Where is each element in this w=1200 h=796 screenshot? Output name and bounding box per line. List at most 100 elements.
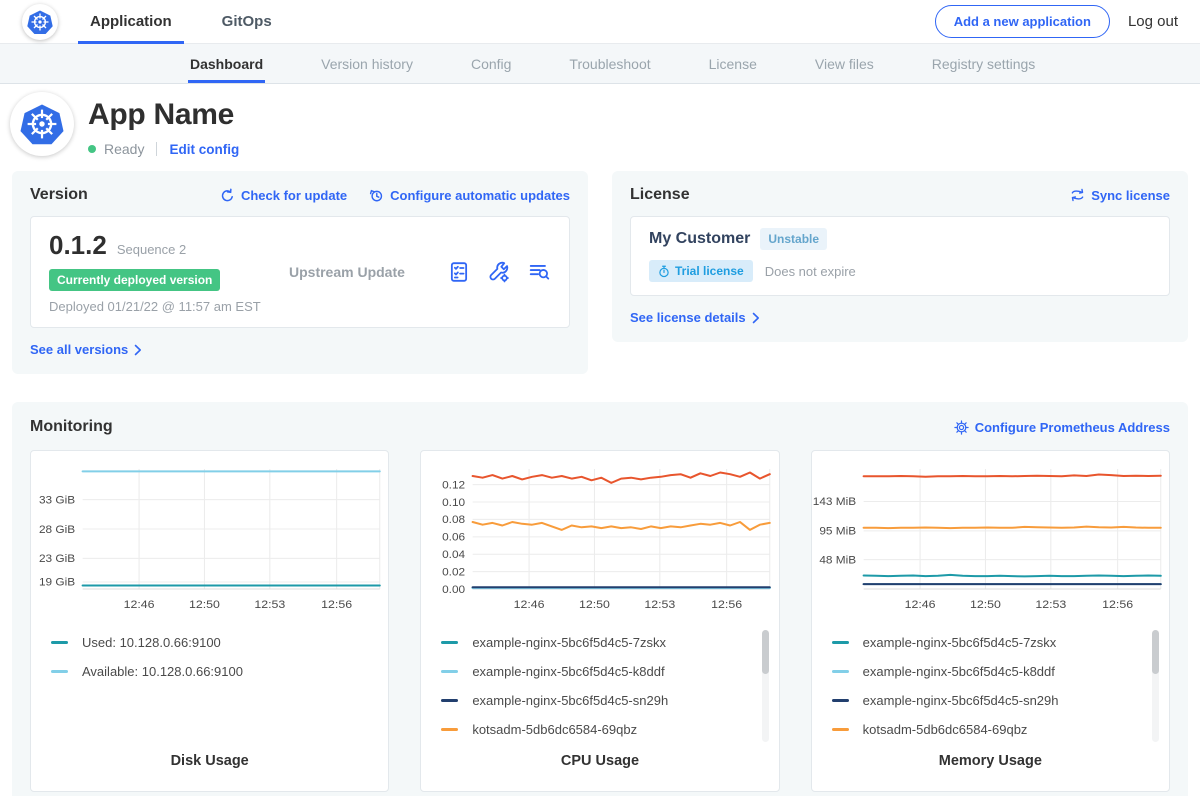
- legend-label: example-nginx-5bc6f5d4c5-k8ddf: [472, 664, 664, 679]
- legend-color-dash: [832, 699, 849, 702]
- nav-item-application[interactable]: Application: [86, 0, 176, 44]
- logout-button[interactable]: Log out: [1128, 13, 1178, 30]
- svg-text:12:53: 12:53: [254, 597, 285, 610]
- disk-usage-chart-card: 19 GiB23 GiB28 GiB33 GiB12:4612:5012:531…: [30, 450, 389, 792]
- svg-text:95 MiB: 95 MiB: [819, 526, 856, 538]
- cpu-usage-chart-card: 0.000.020.040.060.080.100.1212:4612:5012…: [420, 450, 779, 792]
- kubernetes-app-icon: [20, 102, 64, 146]
- legend-color-dash: [441, 728, 458, 731]
- svg-text:19 GiB: 19 GiB: [39, 577, 75, 589]
- svg-text:12:50: 12:50: [579, 597, 610, 610]
- legend-color-dash: [832, 670, 849, 673]
- tab-version-history[interactable]: Version history: [319, 44, 415, 83]
- refresh-icon: [220, 188, 235, 203]
- legend-item: kotsadm-5db6dc6584-69qbz: [832, 715, 1169, 744]
- version-card: Version Check for update: [12, 171, 588, 374]
- tab-config[interactable]: Config: [469, 44, 513, 83]
- legend-color-dash: [51, 670, 68, 673]
- deployed-timestamp: Deployed 01/21/22 @ 11:57 am EST: [49, 299, 289, 314]
- legend-color-dash: [832, 728, 849, 731]
- tab-license[interactable]: License: [707, 44, 759, 83]
- tab-dashboard[interactable]: Dashboard: [188, 44, 265, 83]
- svg-text:33 GiB: 33 GiB: [39, 495, 75, 507]
- status-dot: [88, 145, 96, 153]
- svg-text:12:50: 12:50: [189, 597, 220, 610]
- legend-color-dash: [832, 641, 849, 644]
- version-card-title: Version: [30, 186, 88, 204]
- memory-usage-legend: example-nginx-5bc6f5d4c5-7zskx example-ng…: [812, 628, 1169, 744]
- clock-refresh-icon: [369, 188, 384, 203]
- legend-scrollbar[interactable]: [1152, 630, 1159, 742]
- kubernetes-logo-icon: [27, 9, 53, 35]
- chart-title: Memory Usage: [812, 753, 1169, 791]
- see-license-details-link[interactable]: See license details: [630, 310, 760, 325]
- legend-label: kotsadm-5db6dc6584-69qbz: [472, 722, 637, 737]
- legend-label: example-nginx-5bc6f5d4c5-7zskx: [863, 635, 1057, 650]
- configure-prometheus-link[interactable]: Configure Prometheus Address: [954, 420, 1170, 435]
- legend-color-dash: [441, 699, 458, 702]
- check-for-update-link[interactable]: Check for update: [220, 188, 347, 203]
- preflight-checks-icon[interactable]: [448, 261, 470, 283]
- svg-text:0.02: 0.02: [442, 567, 465, 579]
- svg-text:48 MiB: 48 MiB: [819, 555, 856, 567]
- add-new-application-button[interactable]: Add a new application: [935, 5, 1110, 38]
- kubernetes-logo: [22, 4, 58, 40]
- legend-scrollbar[interactable]: [762, 630, 769, 742]
- svg-text:12:56: 12:56: [1102, 597, 1133, 610]
- license-card: License Sync license My Customer Unstabl…: [612, 171, 1188, 342]
- monitoring-panel: Monitoring Configure Prometheus Address: [12, 402, 1188, 796]
- legend-item: Available: 10.128.0.66:9100: [51, 657, 388, 686]
- tab-registry-settings[interactable]: Registry settings: [930, 44, 1037, 83]
- tab-troubleshoot[interactable]: Troubleshoot: [567, 44, 652, 83]
- sync-arrows-icon: [1070, 188, 1085, 202]
- chart-title: CPU Usage: [421, 753, 778, 791]
- legend-scrollbar-thumb[interactable]: [762, 630, 769, 674]
- legend-item: example-nginx-5bc6f5d4c5-7zskx: [832, 628, 1169, 657]
- gear-icon: [954, 420, 969, 435]
- legend-label: example-nginx-5bc6f5d4c5-sn29h: [863, 693, 1059, 708]
- svg-text:143 MiB: 143 MiB: [812, 497, 855, 509]
- legend-item: example-nginx-5bc6f5d4c5-7zskx: [441, 628, 778, 657]
- legend-item: kotsadm-5db6dc6584-69qbz: [441, 715, 778, 744]
- chevron-right-icon: [134, 344, 142, 356]
- legend-label: example-nginx-5bc6f5d4c5-k8ddf: [863, 664, 1055, 679]
- deployed-badge: Currently deployed version: [49, 269, 220, 291]
- disk-usage-chart: 19 GiB23 GiB28 GiB33 GiB12:4612:5012:531…: [31, 463, 388, 615]
- legend-item: example-nginx-5bc6f5d4c5-sn29h: [832, 686, 1169, 715]
- see-all-versions-link[interactable]: See all versions: [30, 342, 142, 357]
- svg-text:12:46: 12:46: [124, 597, 155, 610]
- nav-item-gitops[interactable]: GitOps: [218, 0, 276, 44]
- tab-view-files[interactable]: View files: [813, 44, 876, 83]
- svg-text:12:50: 12:50: [970, 597, 1001, 610]
- cpu-usage-chart: 0.000.020.040.060.080.100.1212:4612:5012…: [421, 463, 778, 615]
- version-source: Upstream Update: [289, 264, 448, 280]
- svg-text:12:56: 12:56: [321, 597, 352, 610]
- cpu-usage-legend: example-nginx-5bc6f5d4c5-7zskx example-ng…: [421, 628, 778, 744]
- chevron-right-icon: [752, 312, 760, 324]
- chart-title: Disk Usage: [31, 753, 388, 791]
- edit-config-link[interactable]: Edit config: [169, 142, 239, 157]
- app-header: App Name Ready Edit config: [0, 84, 1200, 157]
- legend-scrollbar-thumb[interactable]: [1152, 630, 1159, 674]
- trial-license-badge: Trial license: [649, 260, 753, 282]
- divider: [156, 142, 157, 156]
- deploy-logs-icon[interactable]: [528, 261, 551, 283]
- sync-license-link[interactable]: Sync license: [1070, 188, 1170, 203]
- memory-usage-chart: 48 MiB95 MiB143 MiB12:4612:5012:5312:56: [812, 463, 1169, 615]
- app-avatar: [10, 92, 74, 156]
- svg-text:0.08: 0.08: [442, 515, 465, 527]
- svg-text:12:53: 12:53: [645, 597, 676, 610]
- license-customer-name: My Customer: [649, 230, 750, 248]
- configure-automatic-updates-link[interactable]: Configure automatic updates: [369, 188, 570, 203]
- page-title: App Name: [88, 98, 239, 132]
- top-nav: Application GitOps Add a new application…: [0, 0, 1200, 44]
- version-number: 0.1.2: [49, 230, 107, 261]
- svg-text:0.00: 0.00: [442, 584, 465, 596]
- license-expiry: Does not expire: [765, 264, 856, 279]
- config-values-icon[interactable]: [488, 261, 510, 283]
- legend-item: example-nginx-5bc6f5d4c5-k8ddf: [441, 657, 778, 686]
- disk-usage-legend: Used: 10.128.0.66:9100Available: 10.128.…: [31, 628, 388, 686]
- legend-label: Available: 10.128.0.66:9100: [82, 664, 243, 679]
- svg-text:28 GiB: 28 GiB: [39, 524, 75, 536]
- svg-text:12:53: 12:53: [1035, 597, 1066, 610]
